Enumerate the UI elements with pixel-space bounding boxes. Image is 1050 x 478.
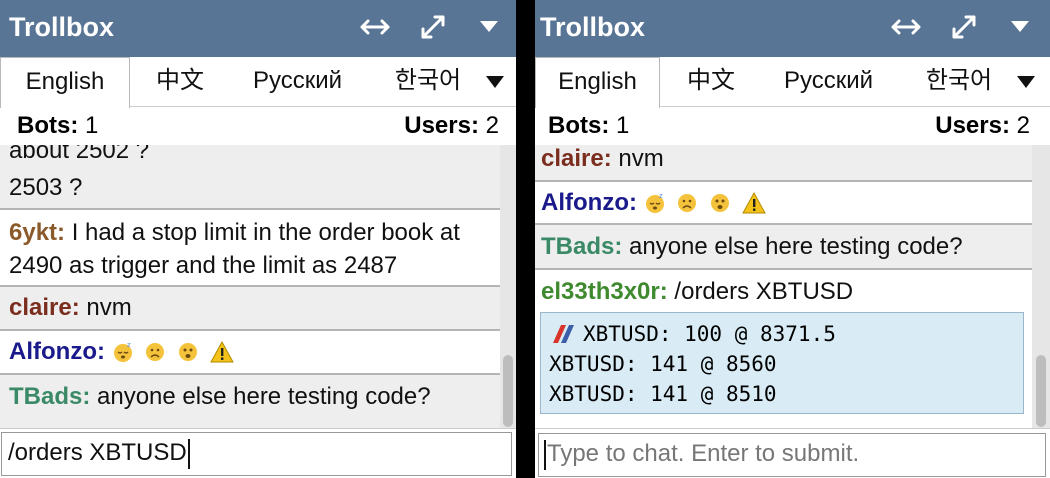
titlebar: Trollbox	[535, 0, 1050, 57]
panel-title: Trollbox	[540, 12, 646, 42]
tabs-more-caret-icon[interactable]	[1017, 76, 1035, 88]
anxious-face-emoji	[178, 343, 197, 361]
stats-bar: Bots: 1 Users: 2	[0, 109, 516, 145]
message-author[interactable]: el33th3x0r:	[541, 278, 668, 305]
tabs-more-caret-icon[interactable]	[486, 76, 504, 88]
expand-icon[interactable]	[947, 10, 981, 44]
text-cursor	[544, 439, 546, 470]
list-item: claire: nvm	[535, 145, 1032, 182]
message-author[interactable]: 6ykt:	[9, 219, 65, 246]
tab-english[interactable]: English	[0, 57, 130, 108]
message-text: nvm	[618, 145, 664, 172]
frowning-face-emoji	[678, 194, 697, 212]
message-author[interactable]: TBads:	[9, 383, 90, 410]
order-line: XBTUSD: 141 @ 8560	[549, 352, 777, 376]
expand-icon[interactable]	[416, 10, 450, 44]
message-list: claire: nvm Alfonzo: z TBads: anyone els…	[535, 145, 1032, 428]
list-item: TBads: anyone else here testing code?	[535, 225, 1032, 270]
resize-horizontal-icon[interactable]	[358, 10, 392, 44]
dropdown-caret-icon[interactable]	[472, 10, 506, 44]
scrollbar[interactable]	[500, 145, 516, 428]
list-item: Alfonzo: z	[535, 182, 1032, 225]
message-text: nvm	[86, 294, 132, 321]
tab-korean[interactable]: 한국어	[911, 57, 1007, 107]
warning-emoji	[209, 341, 234, 363]
language-tabs: English 中文 Русский 한국어	[0, 57, 516, 108]
tab-english[interactable]: English	[535, 57, 660, 108]
list-item: TBads: anyone else here testing code?	[0, 375, 500, 421]
list-item: 6ykt: I had a stop limit in the order bo…	[0, 210, 500, 287]
language-tabs: English 中文 Русский 한국어	[535, 57, 1050, 108]
orders-result-block: XBTUSD: 100 @ 8371.5 XBTUSD: 141 @ 8560 …	[540, 312, 1024, 414]
sleeping-face-emoji: z	[645, 192, 664, 213]
warning-emoji	[741, 192, 766, 214]
svg-text:z: z	[127, 341, 131, 349]
message-text: about 2502 ?	[9, 145, 150, 164]
tab-korean[interactable]: 한국어	[380, 57, 476, 107]
bots-stat: Bots: 1	[548, 112, 630, 139]
list-item: about 2502 ?	[0, 145, 500, 170]
chat-input[interactable]: /orders XBTUSD	[1, 432, 512, 476]
scrollbar-thumb[interactable]	[1036, 355, 1046, 427]
trollbox-panel-left: Trollbox English 中文 Русский 한국어 Bots: 1 …	[0, 0, 516, 478]
tab-chinese[interactable]: 中文	[671, 57, 751, 107]
titlebar: Trollbox	[0, 0, 516, 57]
message-author[interactable]: Alfonzo:	[541, 189, 637, 216]
tab-chinese[interactable]: 中文	[140, 57, 220, 107]
message-author[interactable]: claire:	[541, 145, 612, 172]
sleeping-face-emoji: z	[113, 341, 132, 362]
frowning-face-emoji	[146, 343, 165, 361]
bitmex-logo	[553, 325, 574, 343]
message-author[interactable]: claire:	[9, 294, 80, 321]
list-item: el33th3x0r: /orders XBTUSD XBTUSD: 100 @…	[535, 270, 1032, 428]
users-stat: Users: 2	[404, 112, 499, 139]
anxious-face-emoji	[710, 194, 729, 212]
message-author[interactable]: TBads:	[541, 233, 622, 260]
svg-text:z: z	[659, 192, 663, 200]
users-stat: Users: 2	[935, 112, 1030, 139]
message-text: I had a stop limit in the order book at	[71, 219, 460, 246]
chat-input[interactable]: Type to chat. Enter to submit.	[538, 433, 1046, 477]
chat-input-area: Type to chat. Enter to submit.	[535, 428, 1050, 478]
message-author[interactable]: Alfonzo:	[9, 338, 105, 365]
tab-russian[interactable]: Русский	[240, 57, 355, 107]
order-line: XBTUSD: 100 @ 8371.5	[549, 319, 1015, 349]
trollbox-panel-right: Trollbox English 中文 Русский 한국어 Bots: 1 …	[535, 0, 1050, 478]
message-text: 2490 as trigger and the limit as 2487	[9, 252, 398, 279]
list-item: claire: nvm	[0, 287, 500, 331]
list-item: Alfonzo: z	[0, 331, 500, 375]
tab-russian[interactable]: Русский	[771, 57, 886, 107]
text-cursor	[187, 438, 190, 469]
message-list: about 2502 ? 2503 ? 6ykt: I had a stop l…	[0, 145, 500, 428]
resize-horizontal-icon[interactable]	[889, 10, 923, 44]
bots-stat: Bots: 1	[17, 112, 99, 139]
message-text: anyone else here testing code?	[629, 233, 963, 260]
scrollbar[interactable]	[1032, 145, 1050, 428]
panel-title: Trollbox	[9, 12, 115, 42]
message-text: /orders XBTUSD	[674, 278, 854, 305]
message-text: anyone else here testing code?	[97, 383, 431, 410]
order-line: XBTUSD: 141 @ 8510	[549, 382, 777, 406]
dropdown-caret-icon[interactable]	[1003, 10, 1037, 44]
list-item: 2503 ?	[0, 170, 500, 210]
chat-input-area: /orders XBTUSD	[0, 428, 516, 478]
message-text: 2503 ?	[9, 174, 83, 201]
stats-bar: Bots: 1 Users: 2	[535, 109, 1050, 145]
scrollbar-thumb[interactable]	[503, 355, 513, 427]
